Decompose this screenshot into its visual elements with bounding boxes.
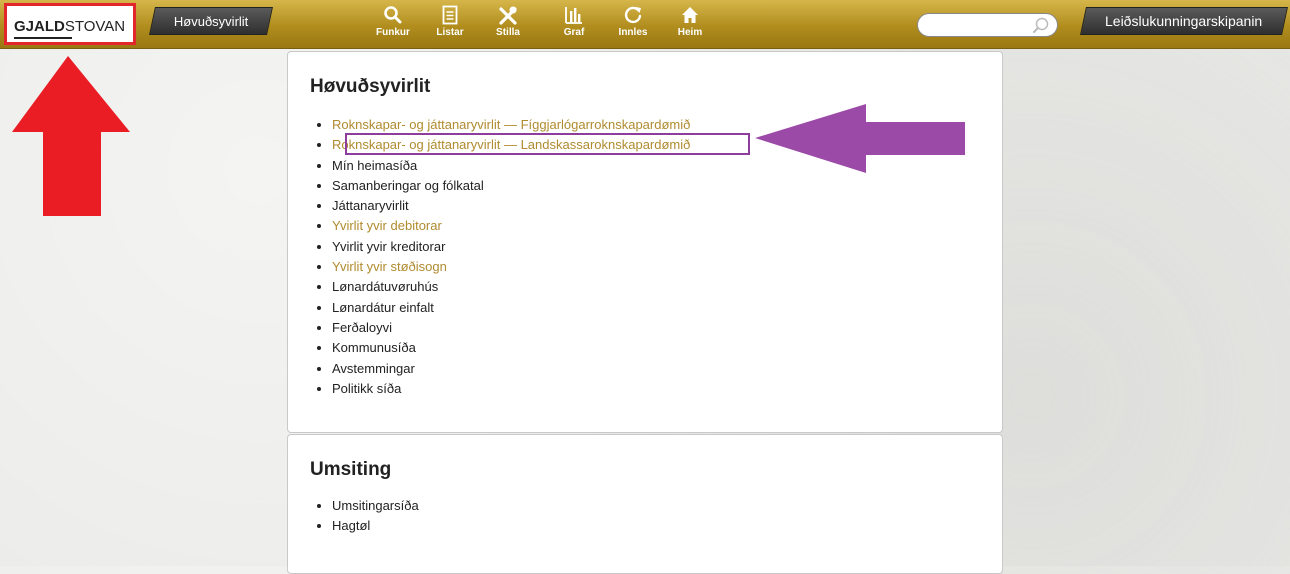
list-item[interactable]: Hagtøl [332,516,419,536]
nav-listar[interactable]: Listar [425,5,475,45]
search-box [917,13,1058,37]
nav-listar-label: Listar [436,27,464,38]
list-item[interactable]: Lønardátur einfalt [332,298,690,318]
purple-arrow-left-annotation [755,104,965,173]
brand-logo-underline [14,37,72,39]
search-icon [368,5,418,27]
installation-button[interactable]: Leiðslukunningarskipanin [1080,7,1288,35]
red-arrow-up-annotation [12,56,130,216]
list-item[interactable]: Yvirlit yvir debitorar [332,216,690,236]
list-item[interactable]: Lønardátuvøruhús [332,277,690,297]
admin-panel: Umsiting Umsitingarsíða Hagtøl [287,434,1003,574]
search-icon[interactable] [1031,16,1051,39]
list-item[interactable]: Samanberingar og fólkatal [332,176,690,196]
list-item[interactable]: Politikk síða [332,379,690,399]
nav-funkur[interactable]: Funkur [368,5,418,45]
refresh-icon [608,5,658,27]
overview-title: Høvuðsyvirlit [310,76,431,97]
nav-graf[interactable]: Graf [549,5,599,45]
installation-label: Leiðslukunningarskipanin [1105,13,1263,29]
nav-graf-label: Graf [563,27,585,38]
tools-icon [483,5,533,27]
home-icon [665,5,715,27]
overview-link[interactable]: Roknskapar- og játtanaryvirlit — Fíggjar… [332,117,690,132]
admin-title: Umsiting [310,459,392,480]
list-item[interactable]: Ferðaloyvi [332,318,690,338]
home-overview-label: Høvuðsyvirlit [173,13,249,29]
nav-innles-label: Innles [618,27,648,38]
nav-heim[interactable]: Heim [665,5,715,45]
list-item[interactable]: Yvirlit yvir støðisogn [332,257,690,277]
list-item[interactable]: Mín heimasíða [332,156,690,176]
overview-link[interactable]: Yvirlit yvir debitorar [332,218,442,233]
list-item[interactable]: Umsitingarsíða [332,496,419,516]
overview-list: Roknskapar- og játtanaryvirlit — Fíggjar… [310,115,690,399]
nav-stilla[interactable]: Stilla [483,5,533,45]
top-navigation-bar: GJALDSTOVAN Høvuðsyvirlit Funkur Listar … [0,0,1290,49]
highlight-box-purple [345,133,750,155]
search-input[interactable] [928,17,1032,35]
brand-logo-text: GJALDSTOVAN [14,18,126,35]
brand-logo[interactable]: GJALDSTOVAN [4,3,136,45]
home-overview-button[interactable]: Høvuðsyvirlit [149,7,273,35]
list-item[interactable]: Avstemmingar [332,359,690,379]
overview-link[interactable]: Yvirlit yvir støðisogn [332,259,447,274]
list-item[interactable]: Kommunusíða [332,338,690,358]
list-item[interactable]: Yvirlit yvir kreditorar [332,237,690,257]
chart-icon [549,5,599,27]
admin-list: Umsitingarsíða Hagtøl [310,496,419,537]
nav-stilla-label: Stilla [496,27,520,38]
list-icon [425,5,475,27]
nav-innles[interactable]: Innles [608,5,658,45]
nav-heim-label: Heim [677,27,703,38]
nav-funkur-label: Funkur [376,27,410,38]
list-item[interactable]: Játtanaryvirlit [332,196,690,216]
